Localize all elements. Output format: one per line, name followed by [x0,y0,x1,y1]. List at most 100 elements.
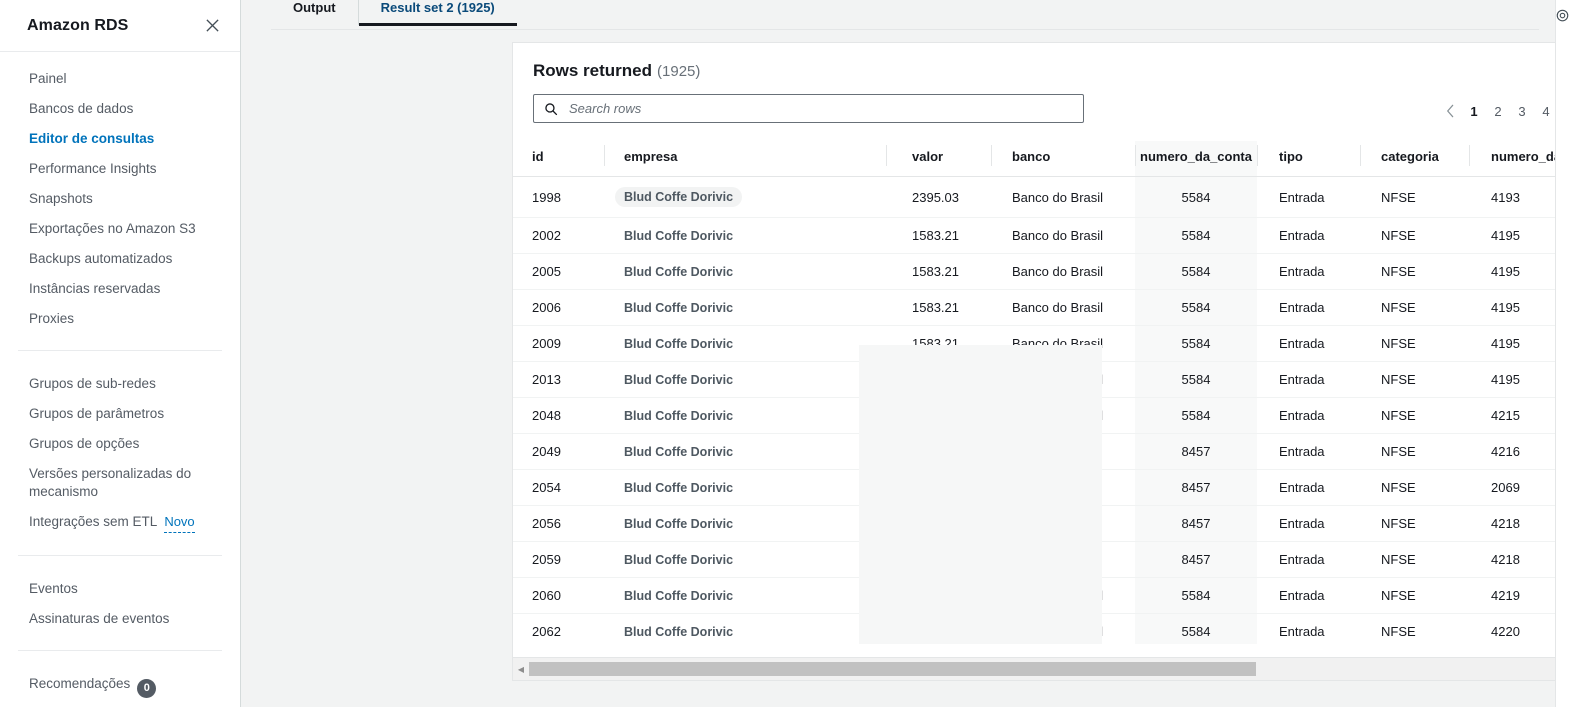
sidebar-item-editor-de-consultas[interactable]: Editor de consultas [0,124,240,154]
table-row[interactable]: 2062 Blud Coffe Dorivic 1750.00 Banco do Br… [513,613,1574,644]
column-header-valor[interactable]: valor [886,141,991,177]
sidebar-item-label: Recomendações [29,676,131,691]
sidebar-item-label: Snapshots [29,191,93,206]
table-row[interactable]: 2056 Blud Coffe Dorivic 2799.78 Itau 8457 Ent… [513,505,1574,542]
cell-valor: 1583.21 [886,217,991,254]
sidebar-item-performance-insights[interactable]: Performance Insights [0,154,240,184]
table-row[interactable]: 2048 Blud Coffe Dorivic 468.75 Banco do Bra… [513,397,1574,434]
triangle-left-icon[interactable]: ◀ [513,658,529,680]
cell-tipo: Entrada [1257,433,1360,470]
cell-tipo: Entrada [1257,469,1360,506]
cell-empresa: Blud Coffe Dorivic [604,505,886,542]
results-table-container[interactable]: id empresa valor banco numero_da_conta tipo ca… [513,141,1574,644]
cell-numero_da_conta: 5584 [1135,289,1257,326]
cell-categoria: NFSE [1360,505,1469,542]
sidebar-item-grupos-de-op-es[interactable]: Grupos de opções [0,429,240,459]
search-input[interactable] [567,100,1073,117]
sidebar-item-atualiza-o-de-certificado[interactable]: Atualização de certificado [0,701,240,707]
cell-categoria: NFSE [1360,253,1469,290]
cell-id: 2049 [513,433,604,470]
sidebar-item-snapshots[interactable]: Snapshots [0,184,240,214]
sidebar-item-grupos-de-sub-redes[interactable]: Grupos de sub-redes [0,369,240,399]
cell-numero_da_conta: 8457 [1135,541,1257,578]
column-header-empresa[interactable]: empresa [604,141,886,177]
sidebar-item-eventos[interactable]: Eventos [0,574,240,604]
table-row[interactable]: 2005 Blud Coffe Dorivic 1583.21 Banco do Br… [513,253,1574,290]
pagination-prev-button[interactable] [1438,99,1462,123]
sidebar-item-inst-ncias-reservadas[interactable]: Instâncias reservadas [0,274,240,304]
cell-banco: Banco do Brasil [991,577,1135,614]
sidebar-item-label: Integrações sem ETL [29,514,158,529]
table-row[interactable]: 2059 Blud Coffe Dorivic 1080.00 Itau 8457 Ent… [513,541,1574,578]
table-row[interactable]: 2006 Blud Coffe Dorivic 1583.21 Banco do Br… [513,289,1574,326]
cell-numero_da_conta: 5584 [1135,613,1257,644]
cell-empresa: Blud Coffe Dorivic [604,217,886,254]
scrollbar-thumb[interactable] [529,662,1256,676]
table-row[interactable]: 2054 Blud Coffe Dorivic 6435.07 Itau 8457 Ent… [513,469,1574,506]
table-row[interactable]: 1998 Blud Coffe Dorivic 2395.03 Banco do Br… [513,176,1574,218]
close-icon[interactable] [202,16,222,36]
cell-id: 2013 [513,361,604,398]
table-row[interactable]: 2002 Blud Coffe Dorivic 1583.21 Banco do Br… [513,217,1574,254]
sidebar-item-recomenda-es[interactable]: Recomendações 0 [0,669,240,701]
cell-numero_da_conta: 5584 [1135,397,1257,434]
search-box[interactable] [533,94,1084,123]
sidebar-item-assinaturas-de-eventos[interactable]: Assinaturas de eventos [0,604,240,634]
tab-output[interactable]: Output [271,0,358,25]
sidebar-item-bancos-de-dados[interactable]: Bancos de dados [0,94,240,124]
column-header-categoria[interactable]: categoria [1360,141,1469,177]
table-row[interactable]: 2009 Blud Coffe Dorivic 1583.21 Banco do Br… [513,325,1574,362]
cell-valor: 1583.21 [886,361,991,398]
gear-icon[interactable] [1553,6,1571,24]
cell-id: 2056 [513,505,604,542]
sidebar-item-label: Editor de consultas [29,131,155,146]
column-header-banco[interactable]: banco [991,141,1135,177]
cell-banco: Itau [991,469,1135,506]
cell-numero_da_conta: 8457 [1135,505,1257,542]
cell-empresa: Blud Coffe Dorivic [604,577,886,614]
sidebar-item-vers-es-personalizadas-do-mecanismo[interactable]: Versões personalizadas do mecanismo [0,459,240,507]
sidebar-item-exporta-es-no-amazon-s3[interactable]: Exportações no Amazon S3 [0,214,240,244]
sidebar-item-grupos-de-par-metros[interactable]: Grupos de parâmetros [0,399,240,429]
horizontal-scrollbar[interactable]: ◀ ▶ [513,657,1574,680]
tab-result-set-2[interactable]: Result set 2 (1925) [357,0,517,26]
cell-valor: 2799.78 [886,505,991,542]
cell-categoria: NFSE [1360,433,1469,470]
sidebar-item-backups-automatizados[interactable]: Backups automatizados [0,244,240,274]
column-header-tipo[interactable]: tipo [1257,141,1360,177]
sidebar-item-integra-es-sem-etl[interactable]: Integrações sem ETL Novo [0,507,240,539]
sidebar-item-proxies[interactable]: Proxies [0,304,240,334]
column-header-numero_da_conta[interactable]: numero_da_conta [1135,141,1257,177]
pagination-page-1[interactable]: 1 [1462,99,1486,123]
sidebar-item-painel[interactable]: Painel [0,64,240,94]
cell-tipo: Entrada [1257,325,1360,362]
cell-banco: Banco do Brasil [991,397,1135,434]
sidebar-item-label: Grupos de opções [29,436,140,451]
table-row[interactable]: 2060 Blud Coffe Dorivic 1041.62 Banco do Br… [513,577,1574,614]
column-header-id[interactable]: id [513,141,604,177]
scrollbar-track[interactable] [529,662,1574,676]
cell-id: 2002 [513,217,604,254]
cell-tipo: Entrada [1257,505,1360,542]
cell-valor: 468.75 [886,397,991,434]
cell-categoria: NFSE [1360,361,1469,398]
pagination-page-3[interactable]: 3 [1510,99,1534,123]
table-row[interactable]: 2013 Blud Coffe Dorivic 1583.21 Banco do Br… [513,361,1574,398]
pagination-page-2[interactable]: 2 [1486,99,1510,123]
cell-banco: Banco do Brasil [991,361,1135,398]
cell-empresa: Blud Coffe Dorivic [604,541,886,578]
cell-valor: 1155.19 [886,433,991,470]
sidebar-item-label: Painel [29,71,67,86]
table-row[interactable]: 2049 Blud Coffe Dorivic 1155.19 Itau 8457 Ent… [513,433,1574,470]
sidebar-item-label: Backups automatizados [29,251,173,266]
cell-empresa: Blud Coffe Dorivic [604,469,886,506]
sidebar-item-label: Performance Insights [29,161,157,176]
cell-tipo: Entrada [1257,253,1360,290]
empresa-value: Blud Coffe Dorivic [624,265,734,279]
empresa-value: Blud Coffe Dorivic [624,517,734,531]
cell-numero_da_conta: 8457 [1135,469,1257,506]
cell-tipo: Entrada [1257,217,1360,254]
cell-banco: Banco do Brasil [991,253,1135,290]
cell-valor: 1583.21 [886,325,991,362]
cell-categoria: NFSE [1360,289,1469,326]
